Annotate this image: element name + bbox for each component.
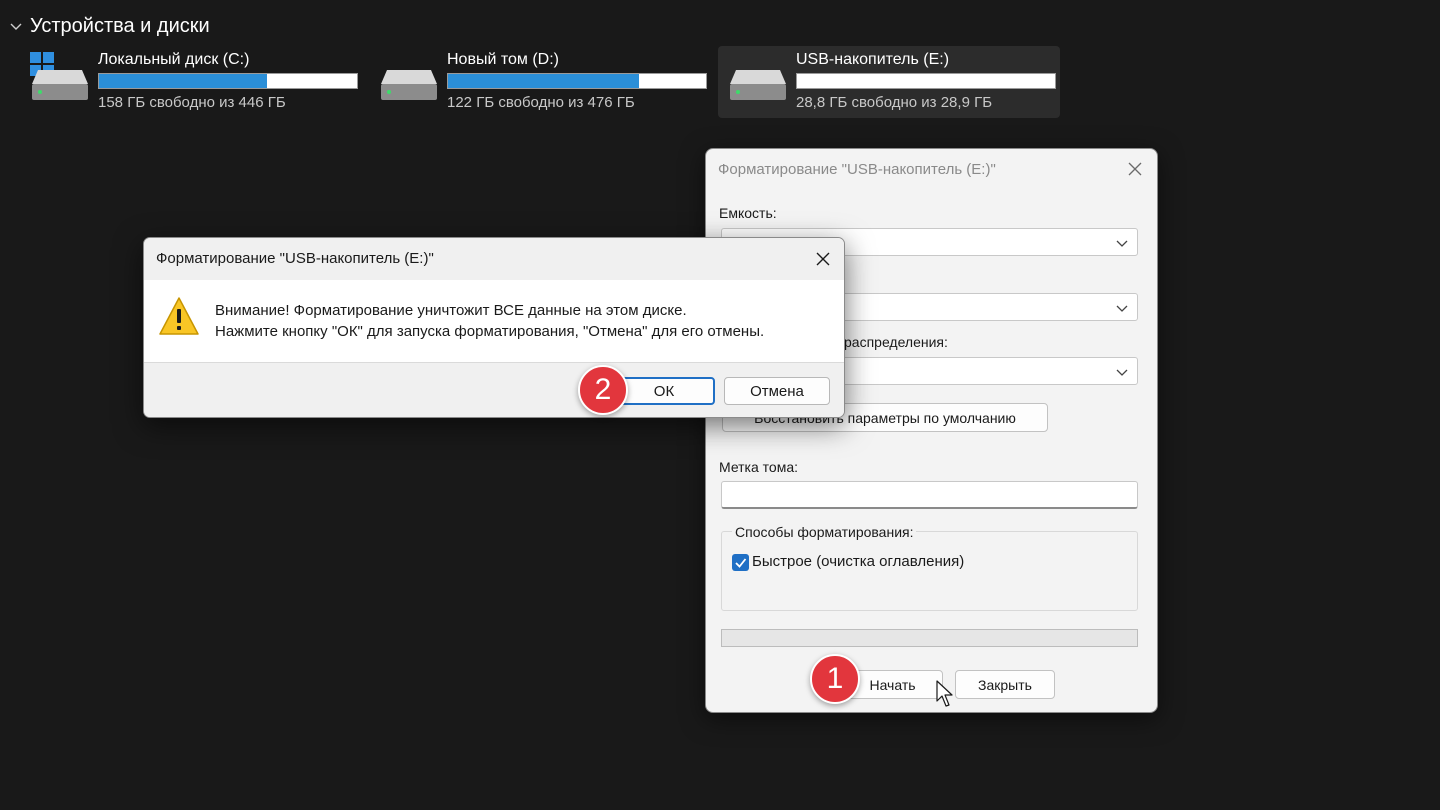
warning-dialog-title: Форматирование "USB-накопитель (E:)" [156,250,434,267]
hard-drive-icon [381,70,437,100]
chevron-down-icon [1116,240,1128,247]
drive-free-space: 122 ГБ свободно из 476 ГБ [447,94,635,111]
section-header-devices[interactable]: Устройства и диски [8,12,210,40]
drive-name: Новый том (D:) [447,51,559,68]
warning-icon [159,297,199,335]
step-badge-1: 1 [810,654,860,704]
format-options-title: Способы форматирования: [732,524,917,540]
volume-label-label: Метка тома: [719,459,799,475]
warning-body: Внимание! Форматирование уничтожит ВСЕ д… [144,280,844,362]
format-dialog-title: Форматирование "USB-накопитель (E:)" [718,161,996,178]
volume-label-input[interactable] [721,481,1138,509]
quick-format-checkbox[interactable] [732,554,749,571]
drive-usage-bar [796,73,1056,89]
chevron-down-icon [10,23,22,30]
drive-name: USB-накопитель (E:) [796,51,950,68]
format-progress-bar [721,629,1138,647]
format-dialog: Форматирование "USB-накопитель (E:)" Емк… [705,148,1158,713]
warning-titlebar: Форматирование "USB-накопитель (E:)" [144,238,844,280]
hard-drive-icon [32,70,88,100]
step-badge-2: 2 [578,365,628,415]
ok-button[interactable]: ОК [613,377,715,405]
warning-message-line1: Внимание! Форматирование уничтожит ВСЕ д… [215,302,687,319]
chevron-down-icon [1116,369,1128,376]
warning-dialog: Форматирование "USB-накопитель (E:)" Вни… [143,237,845,418]
usb-drive-icon [730,70,786,100]
drive-free-space: 158 ГБ свободно из 446 ГБ [98,94,286,111]
section-title: Устройства и диски [30,14,210,37]
drive-usage-bar [98,73,358,89]
quick-format-label: Быстрое (очистка оглавления) [752,553,965,570]
close-icon[interactable] [812,248,834,270]
drive-item-c[interactable]: Локальный диск (C:) 158 ГБ свободно из 4… [20,46,362,118]
drive-usage-bar [447,73,707,89]
warning-footer: ОК Отмена [144,362,844,417]
drive-item-e[interactable]: USB-накопитель (E:) 28,8 ГБ свободно из … [718,46,1060,118]
format-options-group: Способы форматирования: Быстрое (очистка… [721,524,1138,611]
checkmark-icon [735,558,747,568]
drive-name: Локальный диск (C:) [98,51,250,68]
close-icon[interactable] [1125,159,1145,179]
capacity-label: Емкость: [719,205,777,221]
drive-usage-fill [448,74,639,88]
close-button[interactable]: Закрыть [955,670,1055,699]
chevron-down-icon [1116,305,1128,312]
allocation-size-label: распределения: [844,334,948,350]
drive-item-d[interactable]: Новый том (D:) 122 ГБ свободно из 476 ГБ [369,46,711,118]
warning-message-line2: Нажмите кнопку "ОК" для запуска форматир… [215,323,765,340]
mouse-cursor-icon [936,680,953,707]
drive-usage-fill [99,74,267,88]
cancel-button[interactable]: Отмена [724,377,830,405]
drive-free-space: 28,8 ГБ свободно из 28,9 ГБ [796,94,993,111]
